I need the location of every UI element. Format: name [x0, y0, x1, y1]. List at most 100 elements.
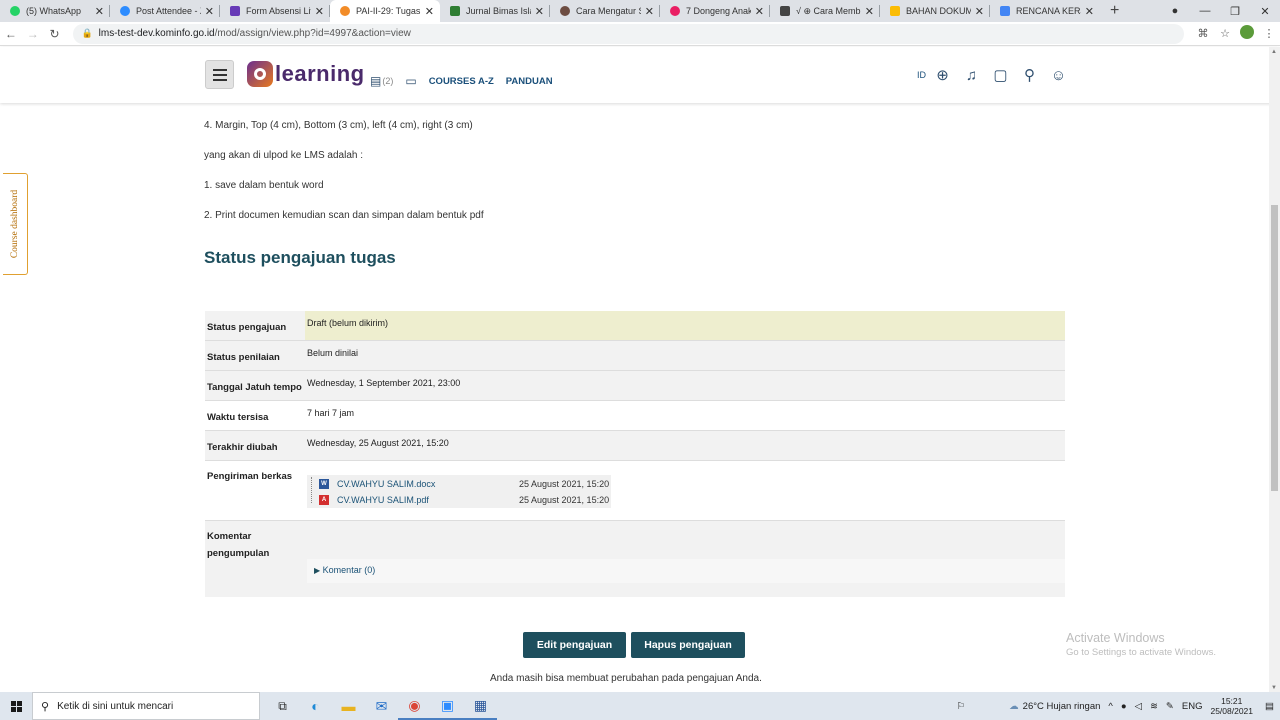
- close-icon[interactable]: ✕: [425, 5, 434, 18]
- back-icon[interactable]: ←: [0, 27, 22, 41]
- close-icon[interactable]: ✕: [95, 5, 104, 18]
- book-icon[interactable]: ▤: [370, 74, 381, 88]
- menu-kebab-icon[interactable]: ⋮: [1258, 27, 1280, 40]
- close-icon[interactable]: ✕: [865, 5, 874, 18]
- upload-step-1: 1. save dalam bentuk word: [204, 180, 324, 191]
- tab-search-icon[interactable]: ●: [1160, 5, 1190, 17]
- zoom-app-icon[interactable]: ▣: [431, 692, 464, 720]
- upload-step-2: 2. Print documen kemudian scan dan simpa…: [204, 210, 484, 221]
- caret-right-icon: ▶: [314, 566, 321, 575]
- notification-icon[interactable]: ▤: [1265, 701, 1274, 712]
- profile-avatar[interactable]: [1236, 25, 1258, 42]
- bell-icon[interactable]: ♫: [957, 67, 986, 84]
- bookmark-star-icon[interactable]: ☆: [1214, 27, 1236, 40]
- browser-tab[interactable]: Cara Mengatur Spa ✕: [550, 0, 660, 22]
- journal-icon: [450, 6, 460, 16]
- language-label[interactable]: ID: [917, 70, 926, 80]
- nav-panduan[interactable]: PANDUAN: [506, 76, 553, 87]
- task-view-icon[interactable]: ⧉: [266, 692, 299, 720]
- browser-tab[interactable]: Post Attendee - Zo ✕: [110, 0, 220, 22]
- browser-tab[interactable]: (5) WhatsApp ✕: [0, 0, 110, 22]
- start-button[interactable]: [0, 692, 32, 720]
- forward-icon[interactable]: →: [22, 27, 44, 41]
- people-icon[interactable]: ⚐: [957, 701, 966, 712]
- chat-icon[interactable]: ▢: [986, 66, 1015, 84]
- browser-tab[interactable]: Form Absensi Live ✕: [220, 0, 330, 22]
- nav-courses-az[interactable]: COURSES A-Z: [429, 76, 494, 87]
- browser-tab[interactable]: √ ⊕ Cara Membua ✕: [770, 0, 880, 22]
- reload-icon[interactable]: ↻: [44, 27, 66, 41]
- close-icon[interactable]: ✕: [315, 5, 324, 18]
- close-icon[interactable]: ✕: [645, 5, 654, 18]
- comments-toggle[interactable]: ▶ Komentar (0): [314, 565, 375, 575]
- forms-icon: [230, 6, 240, 16]
- browser-tab-active[interactable]: PAI-II-29: Tugas Pe ✕: [330, 0, 440, 22]
- microphone-icon[interactable]: ●: [1121, 701, 1127, 712]
- browser-tab[interactable]: BAHAN DOKUMEN ✕: [880, 0, 990, 22]
- chrome-icon[interactable]: ◉: [398, 692, 431, 720]
- folder-icon[interactable]: ▭: [405, 74, 416, 88]
- file-explorer-icon[interactable]: ▬: [332, 692, 365, 720]
- browser-tab[interactable]: Jurnal Bimas Islam ✕: [440, 0, 550, 22]
- row-label: Terakhir diubah: [207, 442, 278, 453]
- activate-windows-watermark: Activate Windows Go to Settings to activ…: [1066, 631, 1216, 658]
- word-app-icon[interactable]: ▦: [464, 692, 497, 720]
- translate-icon[interactable]: ⌘: [1192, 27, 1214, 40]
- row-value: Draft (belum dikirim): [307, 318, 389, 328]
- scroll-up-icon[interactable]: ▲: [1271, 49, 1277, 55]
- course-dashboard-tab[interactable]: Course dashboard: [3, 173, 28, 275]
- search-placeholder: Ketik di sini untuk mencari: [57, 700, 174, 712]
- clock[interactable]: 15:21 25/08/2021: [1210, 696, 1253, 716]
- scroll-down-icon[interactable]: ▼: [1271, 685, 1277, 691]
- delete-submission-button[interactable]: Hapus pengajuan: [631, 632, 745, 658]
- tab-label: √ ⊕ Cara Membua: [796, 5, 861, 16]
- close-icon[interactable]: ✕: [1085, 5, 1094, 18]
- edge-icon[interactable]: ◐: [299, 692, 332, 720]
- close-icon[interactable]: ✕: [535, 5, 544, 18]
- pen-icon[interactable]: ✎: [1166, 701, 1174, 712]
- minimize-icon[interactable]: —: [1190, 5, 1220, 17]
- page-scrollbar[interactable]: ▲ ▼: [1269, 47, 1280, 692]
- close-window-icon[interactable]: ✕: [1250, 5, 1280, 18]
- chevron-up-icon[interactable]: ^: [1108, 701, 1112, 712]
- weather-text[interactable]: 26°C Hujan ringan: [1023, 701, 1101, 712]
- clock-date: 25/08/2021: [1210, 706, 1254, 716]
- word-file-icon: W: [319, 479, 329, 489]
- browser-tab[interactable]: 7 Dongeng Anak d ✕: [660, 0, 770, 22]
- windows-taskbar: ⚲ Ketik di sini untuk mencari ⧉ ◐ ▬ ✉ ◉ …: [0, 692, 1280, 720]
- close-icon[interactable]: ✕: [755, 5, 764, 18]
- edit-submission-button[interactable]: Edit pengajuan: [523, 632, 626, 658]
- row-value: Wednesday, 25 August 2021, 15:20: [307, 438, 449, 448]
- learning-logo[interactable]: learning: [247, 61, 365, 87]
- tab-label: PAI-II-29: Tugas Pe: [356, 6, 421, 16]
- instruction-text: 4. Margin, Top (4 cm), Bottom (3 cm), le…: [204, 120, 473, 131]
- search-icon[interactable]: ⚲: [1015, 66, 1044, 84]
- close-icon[interactable]: ✕: [975, 5, 984, 18]
- taskbar-apps: ⧉ ◐ ▬ ✉ ◉ ▣ ▦: [266, 692, 497, 720]
- comments-link[interactable]: Komentar (0): [323, 565, 376, 575]
- file-link[interactable]: CV.WAHYU SALIM.docx: [337, 479, 519, 489]
- taskbar-search[interactable]: ⚲ Ketik di sini untuk mencari: [32, 692, 260, 720]
- mail-icon[interactable]: ✉: [365, 692, 398, 720]
- tab-label: Jurnal Bimas Islam: [466, 6, 531, 16]
- new-tab-button[interactable]: +: [1100, 2, 1129, 20]
- volume-icon[interactable]: ◁: [1135, 701, 1142, 712]
- file-link[interactable]: CV.WAHYU SALIM.pdf: [337, 495, 519, 505]
- restore-icon[interactable]: ❐: [1220, 5, 1250, 18]
- user-icon[interactable]: ☺: [1044, 67, 1073, 84]
- row-label: Status pengajuan: [207, 322, 287, 333]
- hamburger-menu-button[interactable]: [205, 60, 234, 89]
- language-indicator[interactable]: ENG: [1182, 701, 1203, 712]
- tab-label: RENCANA KERJA O: [1016, 6, 1081, 16]
- tab-label: 7 Dongeng Anak d: [686, 6, 751, 16]
- url-input[interactable]: 🔒 lms-test-dev.kominfo.go.id/mod/assign/…: [73, 23, 1184, 44]
- lms-icon: [340, 6, 350, 16]
- table-row-comments: Komentar pengumpulan ▶ Komentar (0): [205, 521, 1065, 597]
- table-row: Tanggal Jatuh tempo Wednesday, 1 Septemb…: [205, 371, 1065, 401]
- scrollbar-thumb[interactable]: [1271, 205, 1278, 491]
- globe-icon[interactable]: ⊕: [928, 66, 957, 84]
- row-value: Wednesday, 1 September 2021, 23:00: [307, 378, 461, 388]
- browser-tab[interactable]: RENCANA KERJA O ✕: [990, 0, 1100, 22]
- wifi-icon[interactable]: ≋: [1150, 701, 1158, 712]
- close-icon[interactable]: ✕: [205, 5, 214, 18]
